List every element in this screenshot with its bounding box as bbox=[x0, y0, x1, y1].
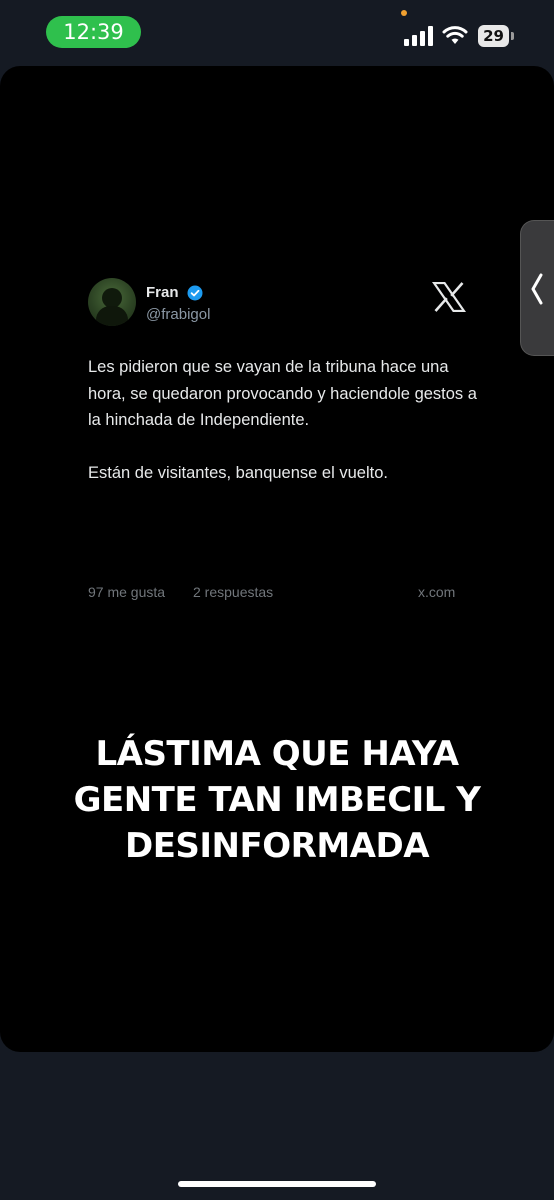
battery-cap bbox=[511, 32, 514, 40]
verified-badge-icon bbox=[187, 285, 203, 301]
side-panel-handle[interactable] bbox=[520, 220, 554, 356]
x-logo-icon bbox=[432, 282, 466, 312]
battery-level: 29 bbox=[478, 25, 509, 47]
avatar-head bbox=[102, 288, 122, 308]
author-handle: @frabigol bbox=[146, 306, 211, 323]
home-indicator[interactable] bbox=[178, 1181, 376, 1187]
tweet-text-paragraph: Les pidieron que se vayan de la tribuna … bbox=[88, 358, 477, 429]
story-caption: LÁSTIMA QUE HAYA GENTE TAN IMBECIL Y DES… bbox=[0, 731, 554, 869]
battery-indicator: 29 bbox=[478, 25, 514, 47]
author-name: Fran bbox=[146, 284, 179, 301]
caption-line: LÁSTIMA QUE HAYA bbox=[95, 734, 459, 774]
privacy-indicator-dot bbox=[401, 10, 407, 16]
avatar-body bbox=[96, 306, 128, 326]
tweet-text: Les pidieron que se vayan de la tribuna … bbox=[88, 354, 478, 486]
cellular-signal-icon bbox=[404, 26, 433, 46]
story-card[interactable]: Fran @frabigol Les pidieron que se vayan… bbox=[0, 66, 554, 1052]
chevron-left-icon bbox=[531, 273, 543, 305]
source-site: x.com bbox=[418, 584, 456, 600]
status-time[interactable]: 12:39 bbox=[46, 16, 141, 48]
status-bar: 12:39 29 bbox=[0, 0, 554, 66]
replies-count: 2 respuestas bbox=[193, 584, 274, 600]
likes-count: 97 me gusta bbox=[88, 584, 166, 600]
caption-line: DESINFORMADA bbox=[124, 826, 430, 866]
tweet-text-paragraph: Están de visitantes, banquense el vuelto… bbox=[88, 463, 388, 482]
caption-line: GENTE TAN IMBECIL Y bbox=[73, 780, 481, 820]
wifi-icon bbox=[442, 26, 468, 44]
author-avatar bbox=[88, 278, 136, 326]
